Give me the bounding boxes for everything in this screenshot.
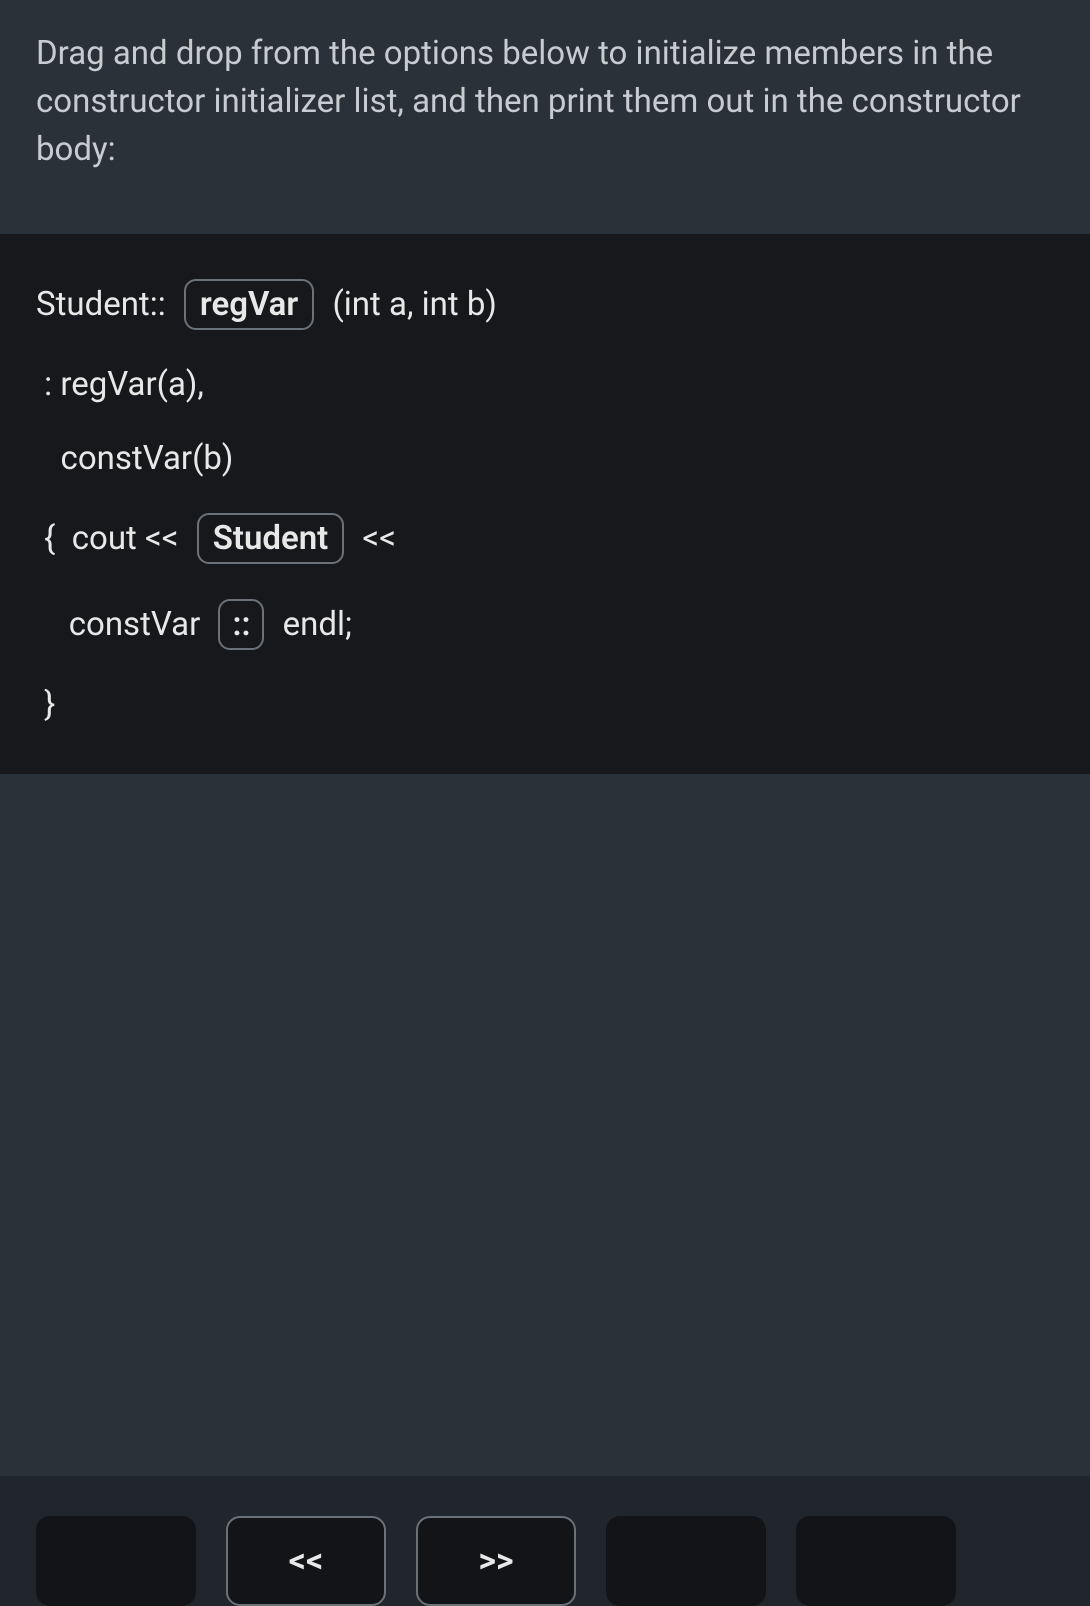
instruction-text: Drag and drop from the options below to … xyxy=(36,30,1054,174)
code-line-2: : regVar(a), xyxy=(36,365,1054,404)
code-text: Student:: xyxy=(36,285,174,324)
code-line-5: constVar :: endl; xyxy=(36,599,1054,650)
dropped-token-student[interactable]: Student xyxy=(197,513,345,564)
code-text: (int a, int b) xyxy=(324,285,497,324)
spacer xyxy=(0,774,1090,1476)
code-line-3: constVar(b) xyxy=(36,439,1054,478)
code-text: constVar(b) xyxy=(36,439,233,478)
option-slot-5[interactable] xyxy=(796,1516,956,1606)
code-line-4: { cout << Student << xyxy=(36,513,1054,564)
code-text: constVar xyxy=(36,605,208,644)
option-token-right-shift[interactable]: >> xyxy=(416,1516,576,1606)
code-line-6: } xyxy=(36,685,1054,724)
code-text: } xyxy=(36,685,55,724)
instruction-area: Drag and drop from the options below to … xyxy=(0,0,1090,234)
option-bar: << >> xyxy=(0,1476,1090,1606)
code-text: { cout << xyxy=(36,519,187,558)
option-slot-4[interactable] xyxy=(606,1516,766,1606)
option-token-left-shift[interactable]: << xyxy=(226,1516,386,1606)
code-area: Student:: regVar (int a, int b) : regVar… xyxy=(0,234,1090,774)
code-text: : regVar(a), xyxy=(36,365,204,404)
code-text: endl; xyxy=(274,605,352,644)
code-text: << xyxy=(354,519,396,558)
dropped-token-scope[interactable]: :: xyxy=(218,599,264,650)
dropped-token-regvar[interactable]: regVar xyxy=(184,279,314,330)
code-line-1: Student:: regVar (int a, int b) xyxy=(36,279,1054,330)
option-slot-1[interactable] xyxy=(36,1516,196,1606)
